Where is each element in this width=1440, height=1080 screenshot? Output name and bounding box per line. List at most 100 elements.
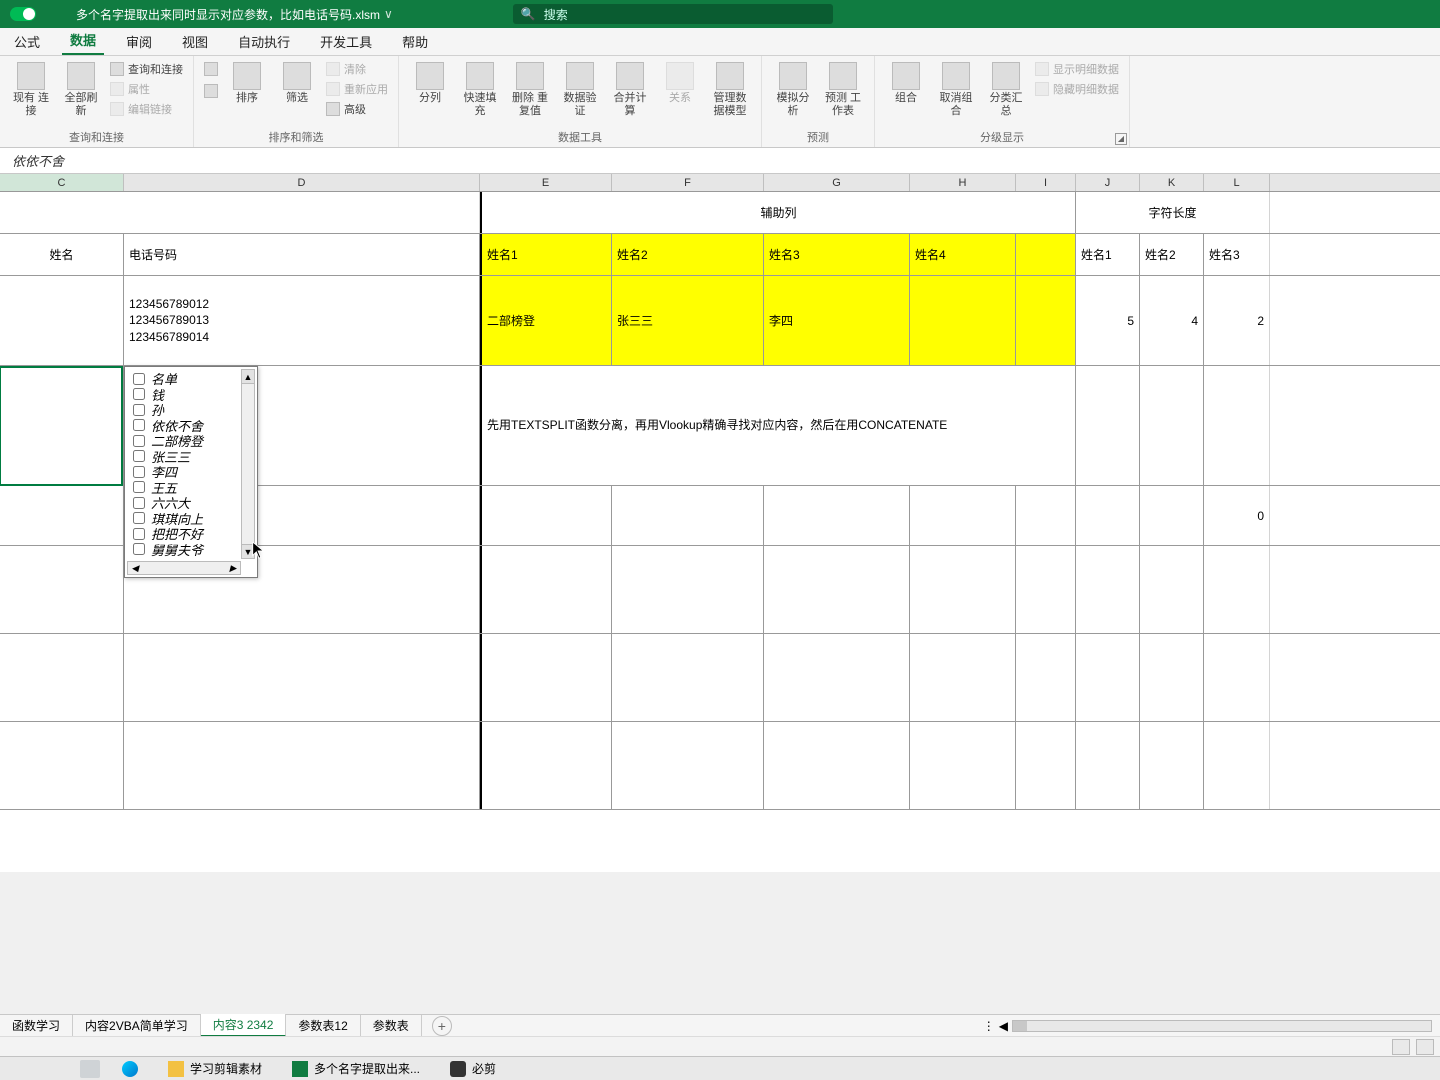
c4-cell[interactable] (0, 366, 124, 485)
scroll-left-arrow[interactable]: ◀ (128, 562, 142, 574)
col-I[interactable]: I (1016, 174, 1076, 191)
sheet-tab-4[interactable]: 参数表12 (286, 1015, 360, 1036)
col-H[interactable]: H (910, 174, 1016, 191)
properties-button[interactable]: 属性 (110, 80, 183, 98)
search-box[interactable]: 🔍 搜索 (513, 4, 833, 24)
data-model-button[interactable]: 管理数 据模型 (709, 60, 751, 117)
advanced-filter-button[interactable]: 高级 (326, 100, 388, 118)
filter-checkbox[interactable] (133, 435, 145, 447)
filter-checkbox[interactable] (133, 450, 145, 462)
column-headers[interactable]: C D E F G H I J K L (0, 174, 1440, 192)
col-D[interactable]: D (124, 174, 480, 191)
edge-taskbar-item[interactable] (114, 1060, 146, 1078)
col-F[interactable]: F (612, 174, 764, 191)
forecast-sheet-button[interactable]: 预测 工作表 (822, 60, 864, 117)
sort-button[interactable]: 排序 (226, 60, 268, 105)
filter-item[interactable]: 钱 (129, 387, 239, 403)
data-validation-button[interactable]: 数据验 证 (559, 60, 601, 117)
name1-cell[interactable]: 二部榜登 (480, 276, 612, 365)
title-dropdown-icon[interactable]: ∨ (384, 7, 393, 21)
len-k-cell[interactable]: 4 (1140, 276, 1204, 365)
filter-vscrollbar[interactable]: ▲ ▼ (241, 369, 255, 559)
filter-button[interactable]: 筛选 (276, 60, 318, 105)
len-j-cell[interactable]: 5 (1076, 276, 1140, 365)
filter-checkbox[interactable] (133, 481, 145, 493)
scroll-up-arrow[interactable]: ▲ (242, 370, 254, 384)
filter-item[interactable]: 名单 (129, 371, 239, 387)
tab-formula[interactable]: 公式 (6, 28, 48, 55)
len-l5-cell[interactable]: 0 (1204, 486, 1270, 545)
show-detail-button[interactable]: 显示明细数据 (1035, 60, 1119, 78)
filter-list[interactable]: 名单钱孙依依不舍二部榜登张三三李四王五六六大琪琪向上把把不好舅舅夫爷十全十美 (129, 371, 239, 559)
formula-bar[interactable]: 依依不舍 (0, 148, 1440, 174)
filter-checkbox[interactable] (133, 373, 145, 385)
sheet-tab-5[interactable]: 参数表 (361, 1015, 422, 1036)
consolidate-button[interactable]: 合并计算 (609, 60, 651, 117)
col-J[interactable]: J (1076, 174, 1140, 191)
scroll-right-arrow[interactable]: ▶ (226, 562, 240, 574)
filter-item[interactable]: 李四 (129, 464, 239, 480)
worksheet-grid[interactable]: 辅助列 字符长度 姓名 电话号码 姓名1 姓名2 姓名3 姓名4 姓名1 姓名2… (0, 192, 1440, 872)
filter-checkbox[interactable] (133, 419, 145, 431)
folder-taskbar-item[interactable]: 学习剪辑素材 (160, 1059, 270, 1078)
filter-item[interactable]: 十全十美 (129, 557, 239, 559)
edit-links-button[interactable]: 编辑链接 (110, 100, 183, 118)
filter-checkbox[interactable] (133, 466, 145, 478)
sheet-hscroll[interactable]: ⋮ ◀ (983, 1019, 1432, 1033)
name3-cell[interactable]: 李四 (764, 276, 910, 365)
tab-help[interactable]: 帮助 (394, 28, 436, 55)
sheet-tab-2[interactable]: 内容2VBA简单学习 (73, 1015, 201, 1036)
capcut-taskbar-item[interactable]: 必剪 (442, 1059, 504, 1078)
tab-data[interactable]: 数据 (62, 26, 104, 55)
sheet-tab-3[interactable]: 内容3 2342 (201, 1014, 287, 1037)
existing-connections-button[interactable]: 现有 连接 (10, 60, 52, 117)
sort-asc-button[interactable] (204, 60, 218, 78)
clear-filter-button[interactable]: 清除 (326, 60, 388, 78)
refresh-all-button[interactable]: 全部刷新 (60, 60, 102, 117)
col-K[interactable]: K (1140, 174, 1204, 191)
autosave-toggle[interactable] (10, 7, 36, 21)
new-sheet-button[interactable]: + (432, 1016, 452, 1036)
sheet-tab-1[interactable]: 函数学习 (0, 1015, 73, 1036)
hide-detail-button[interactable]: 隐藏明细数据 (1035, 80, 1119, 98)
sort-desc-button[interactable] (204, 82, 218, 100)
outline-dialog-launcher[interactable]: ◢ (1115, 133, 1127, 145)
tab-view[interactable]: 视图 (174, 28, 216, 55)
filter-checkbox[interactable] (133, 512, 145, 524)
filter-item[interactable]: 张三三 (129, 449, 239, 465)
tab-review[interactable]: 审阅 (118, 28, 160, 55)
scroll-down-arrow[interactable]: ▼ (242, 544, 254, 558)
col-G[interactable]: G (764, 174, 910, 191)
tab-devtools[interactable]: 开发工具 (312, 28, 380, 55)
filter-hscrollbar[interactable]: ◀ ▶ (127, 561, 241, 575)
scroll-left-icon[interactable]: ◀ (999, 1019, 1008, 1033)
col-E[interactable]: E (480, 174, 612, 191)
len-l-cell[interactable]: 2 (1204, 276, 1270, 365)
tab-autorun[interactable]: 自动执行 (230, 28, 298, 55)
filter-checkbox[interactable] (133, 543, 145, 555)
name4-cell[interactable] (910, 276, 1016, 365)
filter-checkbox[interactable] (133, 388, 145, 400)
name2-cell[interactable]: 张三三 (612, 276, 764, 365)
filter-checkbox[interactable] (133, 404, 145, 416)
remove-duplicates-button[interactable]: 删除 重复值 (509, 60, 551, 117)
whatif-button[interactable]: 模拟分析 (772, 60, 814, 117)
blank-yellow-cell[interactable] (1016, 276, 1076, 365)
filter-dropdown[interactable]: 名单钱孙依依不舍二部榜登张三三李四王五六六大琪琪向上把把不好舅舅夫爷十全十美 ▲… (124, 366, 258, 578)
name-cell[interactable] (0, 276, 124, 365)
filter-checkbox[interactable] (133, 497, 145, 509)
filter-checkbox[interactable] (133, 528, 145, 540)
note-cell[interactable]: 先用TEXTSPLIT函数分离，再用Vlookup精确寻找对应内容，然后在用CO… (480, 366, 1076, 485)
flash-fill-button[interactable]: 快速填充 (459, 60, 501, 117)
ungroup-button[interactable]: 取消组合 (935, 60, 977, 117)
reapply-button[interactable]: 重新应用 (326, 80, 388, 98)
text-to-columns-button[interactable]: 分列 (409, 60, 451, 105)
page-layout-button[interactable] (1416, 1039, 1434, 1055)
col-C[interactable]: C (0, 174, 124, 191)
excel-taskbar-item[interactable]: 多个名字提取出来... (284, 1059, 428, 1078)
group-button[interactable]: 组合 (885, 60, 927, 105)
col-L[interactable]: L (1204, 174, 1270, 191)
phone-cell[interactable]: 123456789012 123456789013 123456789014 (124, 276, 480, 365)
normal-view-button[interactable] (1392, 1039, 1410, 1055)
taskview-icon[interactable] (80, 1060, 100, 1078)
